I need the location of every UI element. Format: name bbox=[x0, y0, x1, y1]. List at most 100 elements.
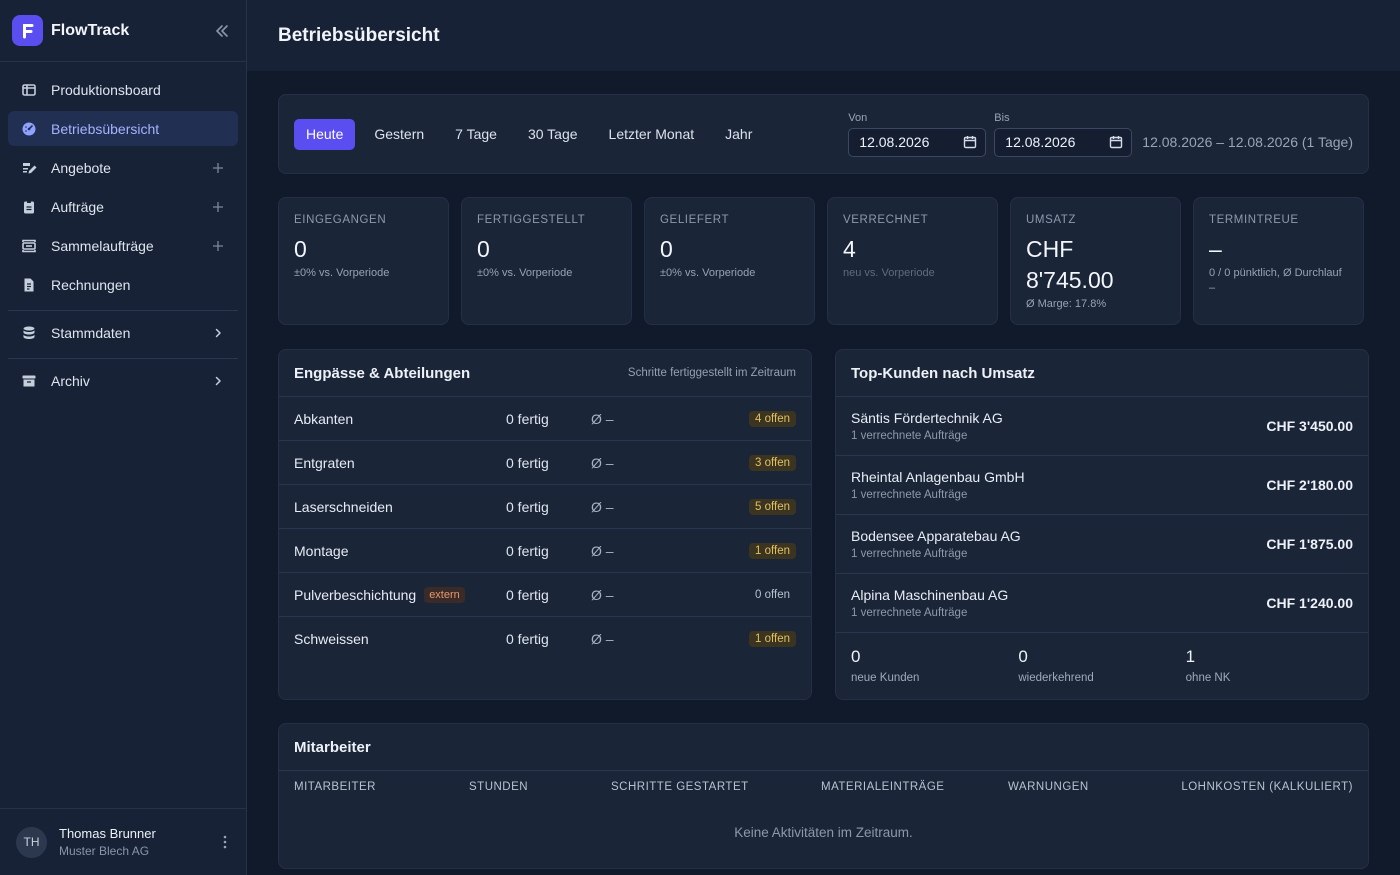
sidebar-item-label: Archiv bbox=[51, 372, 90, 389]
from-date-group: Von 12.08.2026 bbox=[848, 112, 987, 157]
sidebar-item-stammdaten[interactable]: Stammdaten bbox=[8, 315, 238, 350]
user-company: Muster Blech AG bbox=[59, 844, 150, 858]
kpi-label: EINGEGANGEN bbox=[294, 214, 387, 226]
from-date-input[interactable]: 12.08.2026 bbox=[848, 127, 987, 157]
sidebar-item-label: Rechnungen bbox=[51, 276, 131, 293]
panel-subtitle: Schritte fertiggestellt im Zeitraum bbox=[627, 367, 796, 379]
database-icon bbox=[20, 324, 38, 342]
department-row[interactable]: Abkanten 0 fertig Ø – 4 offen bbox=[279, 397, 811, 441]
column-header-mitarbeiter[interactable]: MITARBEITER bbox=[294, 781, 469, 793]
staff-table-header: MITARBEITER STUNDEN SCHRITTE GESTARTET M… bbox=[279, 771, 1368, 803]
department-name: Montage bbox=[294, 542, 349, 559]
department-row[interactable]: Schweissen 0 fertig Ø – 1 offen bbox=[279, 617, 811, 661]
kpi-note: neu vs. Vorperiode bbox=[843, 267, 935, 279]
user-panel[interactable]: TH Thomas Brunner Muster Blech AG bbox=[0, 808, 246, 875]
user-info: Thomas Brunner Muster Blech AG bbox=[59, 826, 218, 858]
add-sammelauftrag-icon[interactable] bbox=[210, 238, 226, 254]
add-angebot-icon[interactable] bbox=[210, 160, 226, 176]
brand-name: FlowTrack bbox=[51, 21, 130, 39]
panel-header: Mitarbeiter bbox=[279, 724, 1368, 771]
calendar-icon[interactable] bbox=[1109, 135, 1123, 149]
department-done: 0 fertig bbox=[506, 498, 549, 515]
date-range-fields: Von 12.08.2026 Bis 12.08.2026 12.08.2026… bbox=[848, 112, 1353, 157]
customer-row[interactable]: Rheintal Anlagenbau GmbH 1 verrechnete A… bbox=[836, 456, 1368, 515]
column-header-lohnkosten[interactable]: LOHNKOSTEN (KALKULIERT) bbox=[1181, 781, 1353, 793]
sidebar-item-angebote[interactable]: Angebote bbox=[8, 150, 238, 185]
department-row[interactable]: Laserschneiden 0 fertig Ø – 5 offen bbox=[279, 485, 811, 529]
sidebar-item-sammelauftraege[interactable]: Sammelaufträge bbox=[8, 228, 238, 263]
collapse-sidebar-icon[interactable] bbox=[210, 19, 234, 43]
top-customers-panel: Top-Kunden nach Umsatz Säntis Fördertech… bbox=[835, 349, 1369, 700]
customer-info: Säntis Fördertechnik AG 1 verrechnete Au… bbox=[851, 410, 1266, 442]
range-tab-heute[interactable]: Heute bbox=[294, 118, 356, 150]
date-filter-bar: Heute Gestern 7 Tage 30 Tage Letzter Mon… bbox=[278, 94, 1369, 174]
column-header-material[interactable]: MATERIALEINTRÄGE bbox=[821, 781, 1008, 793]
department-name-cell: Pulverbeschichtung extern bbox=[294, 586, 506, 603]
kpi-label: VERRECHNET bbox=[843, 214, 929, 226]
kpi-card-verrechnet: VERRECHNET 4 neu vs. Vorperiode bbox=[827, 197, 998, 325]
open-badge: 5 offen bbox=[749, 498, 796, 515]
calendar-icon[interactable] bbox=[963, 135, 977, 149]
kpi-label: FERTIGGESTELLT bbox=[477, 214, 586, 226]
more-vertical-icon[interactable] bbox=[218, 832, 232, 852]
stat-returning: 0 wiederkehrend bbox=[1018, 647, 1185, 684]
column-header-stunden[interactable]: STUNDEN bbox=[469, 781, 611, 793]
range-tab-7-tage[interactable]: 7 Tage bbox=[443, 119, 509, 150]
kpi-note: 0 / 0 pünktlich, Ø Durchlauf – bbox=[1209, 267, 1342, 294]
range-tab-gestern[interactable]: Gestern bbox=[362, 119, 436, 150]
dashboard-icon bbox=[20, 120, 38, 138]
sidebar-item-betriebsuebersicht[interactable]: Betriebsübersicht bbox=[8, 111, 238, 146]
to-date-value: 12.08.2026 bbox=[1005, 134, 1076, 150]
stat-value: 0 bbox=[1018, 647, 1028, 666]
sidebar-item-auftraege[interactable]: Aufträge bbox=[8, 189, 238, 224]
sidebar-divider bbox=[8, 310, 238, 311]
stat-new-customers: 0 neue Kunden bbox=[851, 647, 1018, 684]
kpi-value: – bbox=[1209, 236, 1222, 262]
kpi-note: Ø Marge: 17.8% bbox=[1026, 298, 1107, 310]
bottlenecks-panel: Engpässe & Abteilungen Schritte fertigge… bbox=[278, 349, 812, 700]
sidebar-item-archiv[interactable]: Archiv bbox=[8, 363, 238, 398]
panel-row: Engpässe & Abteilungen Schritte fertigge… bbox=[278, 349, 1369, 700]
customer-row[interactable]: Alpina Maschinenbau AG 1 verrechnete Auf… bbox=[836, 574, 1368, 633]
staff-panel: Mitarbeiter MITARBEITER STUNDEN SCHRITTE… bbox=[278, 723, 1369, 869]
department-done: 0 fertig bbox=[506, 586, 549, 603]
department-avg: Ø – bbox=[591, 498, 614, 515]
customer-amount: CHF 1'875.00 bbox=[1266, 536, 1353, 552]
page-header: Betriebsübersicht bbox=[247, 0, 1400, 71]
department-row[interactable]: Montage 0 fertig Ø – 1 offen bbox=[279, 529, 811, 573]
avatar[interactable]: TH bbox=[16, 826, 47, 858]
department-done: 0 fertig bbox=[506, 454, 549, 471]
to-date-label: Bis bbox=[994, 111, 1010, 124]
column-header-warnungen[interactable]: WARNUNGEN bbox=[1008, 781, 1128, 793]
range-tab-jahr[interactable]: Jahr bbox=[713, 119, 764, 150]
collection-icon bbox=[20, 237, 38, 255]
clipboard-icon bbox=[20, 198, 38, 216]
department-row[interactable]: Pulverbeschichtung extern 0 fertig Ø – 0… bbox=[279, 573, 811, 617]
customer-name: Rheintal Anlagenbau GmbH bbox=[851, 469, 1025, 485]
add-auftrag-icon[interactable] bbox=[210, 199, 226, 215]
flowtrack-logo-icon[interactable] bbox=[12, 15, 43, 46]
range-tab-30-tage[interactable]: 30 Tage bbox=[516, 119, 590, 150]
column-header-schritte[interactable]: SCHRITTE GESTARTET bbox=[611, 781, 821, 793]
page-title: Betriebsübersicht bbox=[278, 24, 440, 46]
stat-label: wiederkehrend bbox=[1018, 672, 1094, 684]
chevron-right-icon bbox=[210, 373, 226, 389]
to-date-input[interactable]: 12.08.2026 bbox=[994, 127, 1133, 157]
customer-orders: 1 verrechnete Aufträge bbox=[851, 607, 968, 619]
stat-label: neue Kunden bbox=[851, 672, 920, 684]
department-row[interactable]: Entgraten 0 fertig Ø – 3 offen bbox=[279, 441, 811, 485]
customer-amount: CHF 2'180.00 bbox=[1266, 477, 1353, 493]
sidebar-item-label: Angebote bbox=[51, 159, 111, 176]
content: Heute Gestern 7 Tage 30 Tage Letzter Mon… bbox=[247, 71, 1400, 869]
sidebar-item-rechnungen[interactable]: Rechnungen bbox=[8, 267, 238, 302]
user-name: Thomas Brunner bbox=[59, 826, 156, 841]
customer-row[interactable]: Bodensee Apparatebau AG 1 verrechnete Au… bbox=[836, 515, 1368, 574]
customer-row[interactable]: Säntis Fördertechnik AG 1 verrechnete Au… bbox=[836, 397, 1368, 456]
department-name: Pulverbeschichtung bbox=[294, 586, 417, 603]
kpi-card-termintreue: TERMINTREUE – 0 / 0 pünktlich, Ø Durchla… bbox=[1193, 197, 1364, 325]
range-tab-letzter-monat[interactable]: Letzter Monat bbox=[597, 119, 707, 150]
department-avg: Ø – bbox=[591, 631, 614, 647]
open-badge: 1 offen bbox=[749, 542, 796, 559]
kpi-value: 0 bbox=[660, 236, 673, 262]
sidebar-item-produktionsboard[interactable]: Produktionsboard bbox=[8, 72, 238, 107]
